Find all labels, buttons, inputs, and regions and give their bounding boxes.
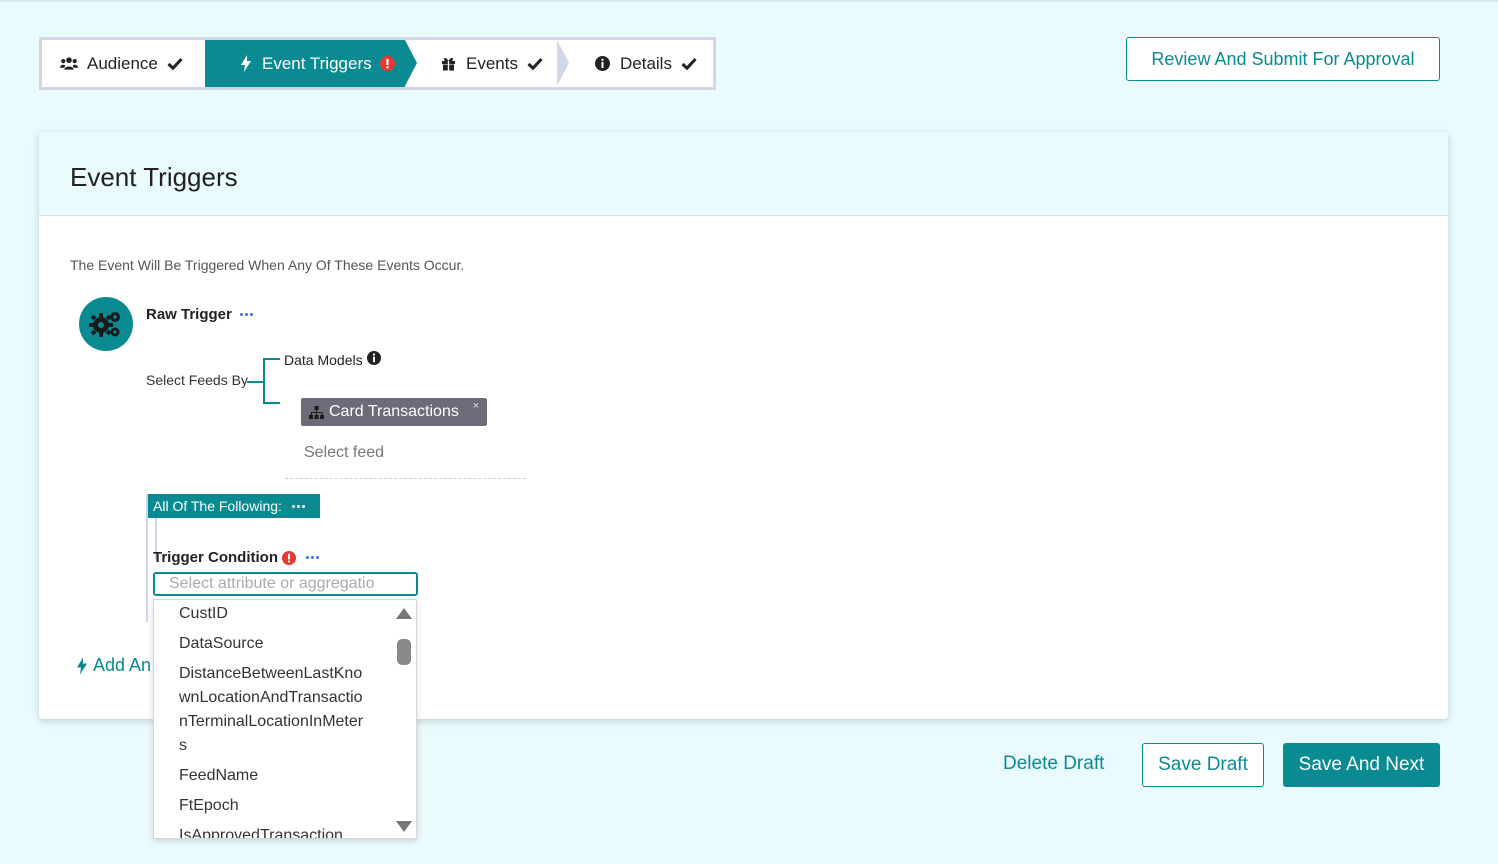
dropdown-option[interactable]: CustID (154, 600, 394, 629)
step-audience-label: Audience (87, 53, 158, 73)
wizard-stepper: Audience Event Triggers Events Details (39, 37, 716, 90)
users-icon (60, 55, 78, 73)
checkmark-icon (527, 56, 543, 72)
checkmark-icon (681, 56, 697, 72)
dropdown-list: CustID DataSource DistanceBetweenLastKno… (154, 600, 394, 838)
checkmark-icon (167, 56, 183, 72)
trigger-name: Raw Trigger (146, 306, 232, 323)
bolt-icon (77, 657, 87, 675)
attribute-dropdown: CustID DataSource DistanceBetweenLastKno… (153, 599, 417, 839)
save-draft-button[interactable]: Save Draft (1142, 743, 1264, 787)
save-and-next-button[interactable]: Save And Next (1283, 743, 1440, 787)
condition-group-button[interactable]: All Of The Following: (148, 494, 320, 518)
dropdown-option[interactable]: DistanceBetweenLastKnownLocationAndTrans… (154, 659, 394, 761)
trigger-menu-button[interactable] (240, 313, 253, 316)
dropdown-option[interactable]: IsApprovedTransaction (154, 821, 394, 838)
info-icon (366, 351, 381, 368)
add-another-label: Add An (93, 655, 152, 675)
bracket-line (263, 358, 280, 360)
gift-icon (439, 55, 457, 73)
scroll-down-icon[interactable] (396, 821, 412, 832)
top-border (0, 0, 1498, 2)
bracket-line (247, 381, 263, 383)
error-icon (379, 56, 396, 72)
scrollbar-thumb[interactable] (397, 639, 411, 665)
step-event-triggers-label: Event Triggers (262, 53, 372, 73)
step-details[interactable]: Details (569, 40, 709, 87)
scroll-up-icon[interactable] (396, 608, 412, 619)
step-events-label: Events (466, 53, 518, 73)
feed-tag-label: Card Transactions (329, 403, 459, 420)
data-models-option[interactable]: Data Models (284, 351, 381, 368)
sitemap-icon (309, 405, 324, 419)
card-header: Event Triggers (39, 132, 1448, 216)
bracket-line (263, 402, 280, 404)
bolt-icon (237, 55, 255, 73)
info-icon (593, 55, 611, 73)
dropdown-option[interactable]: FeedName (154, 761, 394, 791)
add-another-trigger-button[interactable]: Add An (77, 655, 151, 676)
step-separator (405, 40, 417, 86)
step-events[interactable]: Events (417, 40, 557, 87)
group-menu-icon[interactable] (291, 504, 305, 508)
dropdown-option[interactable]: FtEpoch (154, 791, 394, 821)
review-submit-button[interactable]: Review And Submit For Approval (1126, 37, 1440, 81)
select-feeds-label: Select Feeds By (146, 372, 248, 388)
card-description: The Event Will Be Triggered When Any Of … (70, 257, 465, 273)
attribute-search-input[interactable] (153, 572, 418, 596)
gears-icon (79, 297, 133, 351)
delete-draft-button[interactable]: Delete Draft (1003, 753, 1104, 775)
step-event-triggers[interactable]: Event Triggers (205, 40, 405, 87)
dropdown-option[interactable]: DataSource (154, 629, 394, 659)
feed-tag: Card Transactions × (301, 398, 487, 426)
bracket-line (263, 358, 265, 404)
error-icon (282, 550, 296, 565)
condition-menu-button[interactable] (306, 556, 319, 559)
dropdown-scrollbar[interactable] (392, 600, 416, 838)
trigger-condition-text: Trigger Condition (153, 549, 278, 566)
data-models-label: Data Models (284, 351, 363, 368)
feed-input-underline (285, 478, 526, 479)
trigger-condition-label: Trigger Condition (153, 549, 296, 566)
condition-group-label: All Of The Following: (153, 498, 282, 514)
card-title: Event Triggers (70, 162, 238, 192)
step-details-label: Details (620, 53, 672, 73)
step-audience[interactable]: Audience (60, 40, 210, 87)
select-feed-input[interactable]: Select feed (304, 444, 384, 462)
remove-tag-icon[interactable]: × (473, 400, 479, 412)
step-separator (557, 40, 569, 86)
